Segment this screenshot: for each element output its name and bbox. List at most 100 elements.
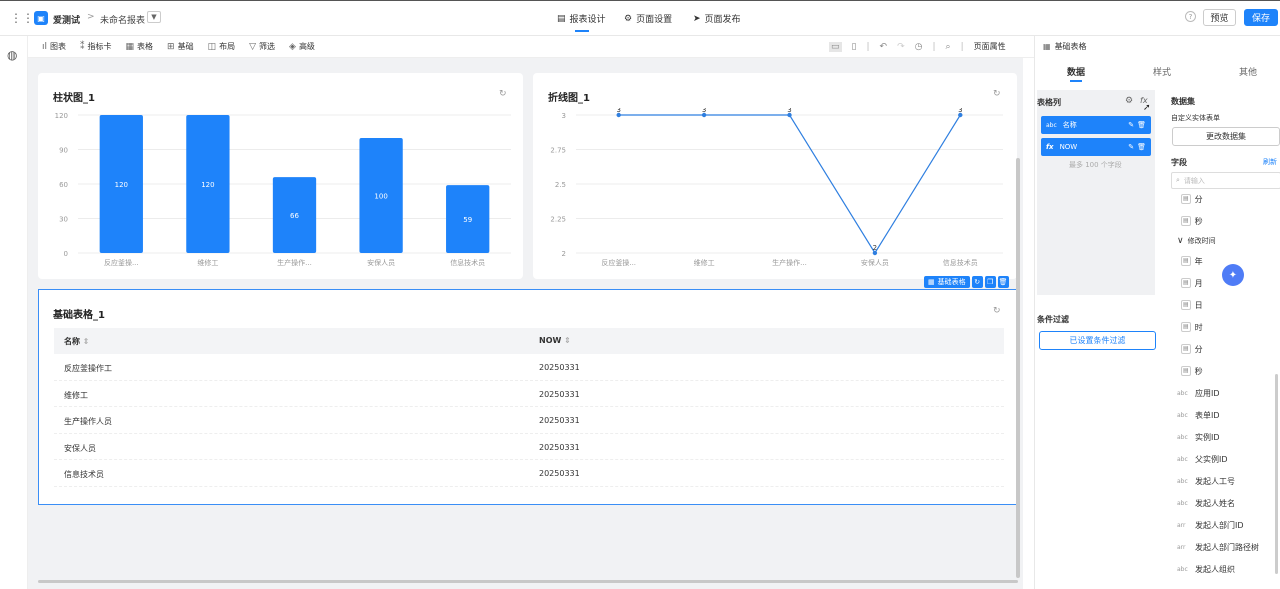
tab-report-design[interactable]: ▤ 报表设计	[557, 12, 606, 26]
toolbar-item-label: 筛选	[259, 42, 276, 51]
x-tick-label: 生产操作...	[277, 258, 312, 267]
refresh-icon[interactable]: ↻	[971, 276, 983, 288]
field-item[interactable]: ▤ 秒	[1177, 210, 1280, 232]
properties-panel: ▦ 基础表格 数据 样式 其他 表格列 ⚙ fx ➚ abc 名称 ✎ 🗑 fx N…	[1034, 36, 1280, 589]
sort-icon[interactable]: ⇕	[83, 337, 90, 346]
tab-page-publish[interactable]: ➤ 页面发布	[693, 12, 741, 26]
bar-chart-title: 柱状图_1	[53, 93, 95, 104]
metric-card-icon: ⁑	[80, 41, 85, 52]
filter-settings-button[interactable]: 已设置条件过滤	[1039, 331, 1156, 350]
component-header: ▦ 基础表格	[1043, 41, 1087, 52]
column-item-name[interactable]: abc 名称 ✎ 🗑	[1041, 116, 1151, 134]
sort-icon[interactable]: ⇕	[564, 336, 571, 345]
report-dropdown-icon[interactable]: ▼	[147, 11, 161, 23]
field-item[interactable]: abc 发起人组织	[1177, 558, 1280, 580]
toolbar-item-filter[interactable]: ▽ 筛选	[249, 41, 275, 52]
table-row[interactable]: 安保人员 20250331	[54, 434, 1004, 460]
delete-icon[interactable]: 🗑	[1137, 143, 1146, 151]
delete-icon[interactable]: 🗑	[1137, 121, 1146, 129]
search-placeholder: 请输入	[1183, 176, 1205, 185]
field-item[interactable]: ▤ 时	[1177, 316, 1280, 338]
delete-icon[interactable]: 🗑	[997, 276, 1009, 288]
table-row[interactable]: 维修工 20250331	[54, 381, 1004, 407]
column-item-now[interactable]: fx NOW ✎ 🗑	[1041, 138, 1151, 156]
column-header-name[interactable]: 名称 ⇕	[64, 336, 90, 347]
redo-icon[interactable]: ↷	[897, 42, 905, 52]
search-icon[interactable]: ⌕	[946, 42, 951, 52]
toolbar-item-label: 基础	[177, 42, 194, 51]
ai-assistant-icon[interactable]: ✦	[1222, 264, 1244, 286]
field-item[interactable]: ▤ 日	[1177, 294, 1280, 316]
field-search-input[interactable]: ⌕ 请输入	[1171, 172, 1280, 189]
field-item[interactable]: ▤ 秒	[1177, 360, 1280, 382]
mobile-view-icon[interactable]: ▯	[852, 42, 857, 52]
help-icon[interactable]: ?	[1185, 11, 1196, 22]
x-tick-label: 安保人员	[367, 258, 395, 267]
bar-chart-card[interactable]: 柱状图_1 ↻ 0 30 60 90 120 反应釜操... 维修工 生产操作... 安保人员 信…	[38, 73, 523, 279]
selected-component-badge[interactable]: ▦ 基础表格	[924, 276, 970, 288]
field-item[interactable]: ▤ 分	[1177, 338, 1280, 360]
save-button[interactable]: 保存	[1244, 9, 1278, 26]
table-row[interactable]: 反应釜操作工 20250331	[54, 354, 1004, 381]
field-list-scrollbar[interactable]	[1275, 374, 1278, 574]
field-group-modified-time[interactable]: ∨ 修改时间	[1177, 232, 1280, 250]
refresh-icon[interactable]: ↻	[993, 306, 1001, 316]
line-chart-card[interactable]: 折线图_1 ↻ 2 2.25 2.5 2.75 3 反应釜操... 维修工 生产操作... 安保…	[533, 73, 1017, 279]
horizontal-scrollbar[interactable]	[38, 580, 1018, 583]
vertical-scrollbar[interactable]	[1016, 158, 1020, 578]
column-header-now[interactable]: NOW ⇕	[539, 336, 571, 345]
toolbar-item-table[interactable]: ▦ 表格	[126, 41, 154, 52]
app-logo-icon: ▣	[34, 11, 48, 25]
tab-page-settings[interactable]: ⚙ 页面设置	[624, 12, 672, 26]
page-properties-button[interactable]: 页面属性	[974, 41, 1006, 52]
toolbar-item-basic[interactable]: ⊞ 基础	[167, 41, 194, 52]
apps-grid-icon[interactable]: ⋮⋮	[10, 11, 34, 25]
field-item[interactable]: abc 父实例ID	[1177, 448, 1280, 470]
copy-icon[interactable]: ❐	[984, 276, 996, 288]
x-tick-label: 安保人员	[861, 258, 889, 267]
field-item[interactable]: abc 应用ID	[1177, 382, 1280, 404]
table-card[interactable]: 基础表格_1 ↻ 名称 ⇕ NOW ⇕ 反应釜操作工 20250331 维修工 202…	[38, 289, 1018, 505]
x-tick-label: 反应釜操...	[601, 258, 636, 267]
toolbar-item-label: 指标卡	[87, 42, 112, 51]
field-item[interactable]: abc 发起人工号	[1177, 470, 1280, 492]
edit-icon[interactable]: ✎	[1128, 121, 1134, 129]
toolbar-item-chart[interactable]: ıl 图表	[42, 41, 66, 52]
change-dataset-button[interactable]: 更改数据集	[1172, 127, 1280, 146]
desktop-view-icon[interactable]: ▭	[829, 41, 842, 52]
refresh-icon[interactable]: ↻	[499, 89, 507, 99]
field-item[interactable]: arr 发起人部门ID	[1177, 514, 1280, 536]
field-name: 应用ID	[1195, 388, 1220, 398]
history-icon[interactable]: ◷	[915, 42, 923, 52]
tab-label: 页面发布	[704, 15, 741, 25]
field-item[interactable]: arr 发起人部门路径树	[1177, 536, 1280, 558]
field-item[interactable]: ▤ 分	[1177, 188, 1280, 210]
table-row[interactable]: 生产操作人员 20250331	[54, 407, 1004, 434]
field-item[interactable]: abc 实例ID	[1177, 426, 1280, 448]
date-field-icon: ▤	[1181, 344, 1191, 354]
toolbar-item-metric-card[interactable]: ⁑ 指标卡	[80, 41, 112, 52]
edit-icon[interactable]: ✎	[1128, 143, 1134, 151]
column-label: 名称	[64, 337, 80, 346]
x-tick-label: 维修工	[197, 258, 218, 267]
preview-button[interactable]: 预览	[1203, 9, 1236, 26]
field-name: 父实例ID	[1195, 454, 1228, 464]
toolbar-item-advanced[interactable]: ◈ 高级	[289, 41, 315, 52]
refresh-fields-link[interactable]: 刷新	[1263, 157, 1277, 167]
column-type: fx	[1046, 143, 1054, 151]
settings-gear-icon[interactable]: ⚙	[1125, 96, 1133, 106]
app-name[interactable]: 爱测试	[53, 13, 80, 26]
field-item[interactable]: abc 发起人姓名	[1177, 492, 1280, 514]
tab-data[interactable]: 数据	[1067, 65, 1085, 78]
tab-style[interactable]: 样式	[1153, 65, 1171, 78]
field-item[interactable]: abc 表单ID	[1177, 404, 1280, 426]
table-cell: 生产操作人员	[64, 417, 112, 426]
date-field-icon: ▤	[1181, 300, 1191, 310]
toolbar-item-layout[interactable]: ◫ 布局	[208, 41, 236, 52]
undo-icon[interactable]: ↶	[880, 42, 888, 52]
refresh-icon[interactable]: ↻	[993, 89, 1001, 99]
report-name[interactable]: 未命名报表	[100, 13, 145, 26]
table-row[interactable]: 信息技术员 20250331	[54, 460, 1004, 487]
globe-icon[interactable]: ◍	[7, 48, 17, 62]
tab-other[interactable]: 其他	[1239, 65, 1257, 78]
